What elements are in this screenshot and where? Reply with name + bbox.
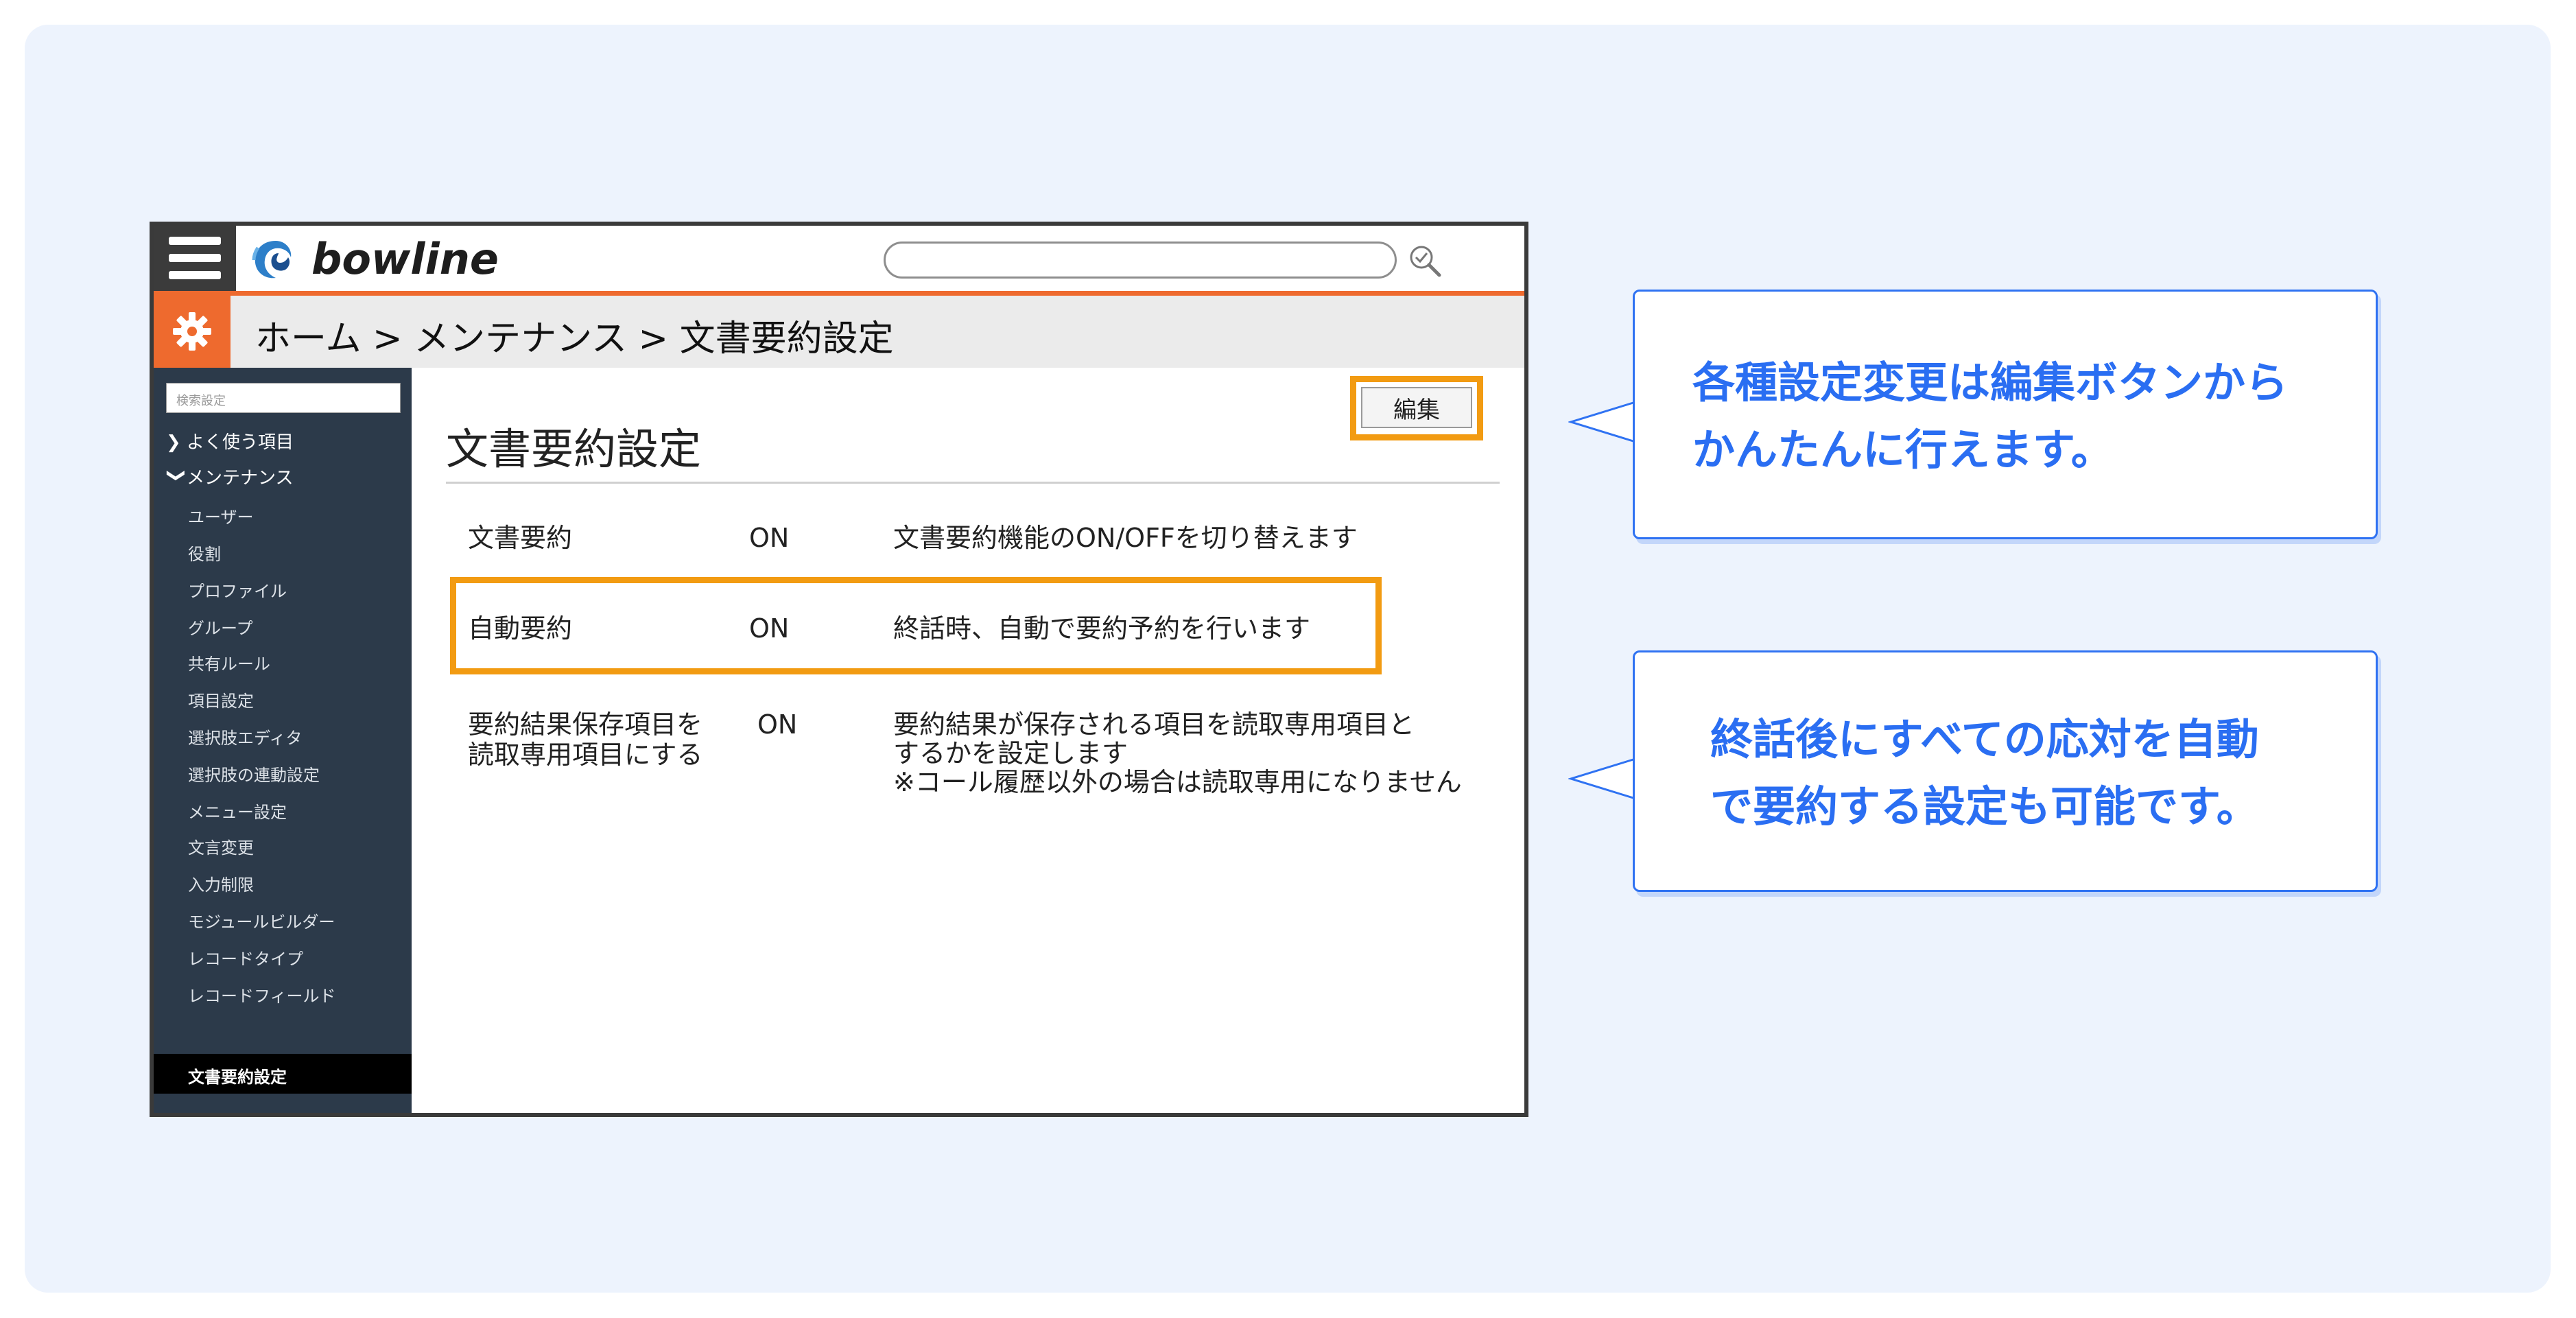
- global-search-input[interactable]: [884, 242, 1397, 279]
- setting-name: 文書要約: [468, 523, 573, 553]
- edit-button-highlight: [1350, 376, 1483, 440]
- app-logo-text: bowline: [311, 234, 499, 284]
- callout-line: 終話後にすべての応対を自動: [1710, 714, 2259, 764]
- chevron-down-icon: ❯: [166, 468, 187, 483]
- chevron-right-icon: ❯: [166, 432, 181, 453]
- setting-description-line-3: ※コール履歴以外の場合は読取専用になりません: [893, 767, 1462, 797]
- setting-name: 自動要約: [468, 613, 573, 644]
- settings-badge[interactable]: [154, 296, 231, 368]
- sidebar-group-label: よく使う項目: [187, 432, 294, 453]
- sidebar-item-groups[interactable]: グループ: [188, 615, 253, 639]
- callout-auto-summary: 終話後にすべての応対を自動 で要約する設定も可能です。: [1633, 650, 2378, 892]
- sidebar-item-summary-settings[interactable]: 文書要約設定: [154, 1054, 412, 1094]
- sidebar-item-dependent-picklists[interactable]: 選択肢の連動設定: [188, 762, 320, 786]
- callout-line: 各種設定変更は編集ボタンから: [1692, 357, 2289, 408]
- sidebar-group-favorites[interactable]: ❯ よく使う項目: [166, 428, 294, 454]
- sidebar-item-roles[interactable]: 役割: [188, 541, 221, 565]
- bowline-logo-icon: [252, 241, 292, 279]
- sidebar-item-users[interactable]: ユーザー: [188, 504, 254, 528]
- callout-pointer: [1568, 757, 1636, 800]
- setting-description: 終話時、自動で要約予約を行います: [893, 613, 1311, 644]
- setting-value: ON: [749, 523, 790, 553]
- sidebar-search-input[interactable]: 検索設定: [166, 383, 401, 413]
- sidebar: 検索設定 ❯ よく使う項目 ❯メンテナンス ユーザー 役割 プロファイル グループ…: [154, 368, 412, 1113]
- hamburger-menu-icon[interactable]: [154, 226, 236, 291]
- setting-description-line-2: するかを設定します: [893, 738, 1129, 768]
- title-divider: [446, 482, 1500, 484]
- breadcrumb-bar: ホーム > メンテナンス > 文書要約設定: [154, 296, 1524, 368]
- main-content: 文書要約設定 編集 文書要約 ON 文書要約機能のON/OFFを切り替えます 自…: [412, 368, 1524, 1113]
- sidebar-item-picklist-editor[interactable]: 選択肢エディタ: [188, 725, 302, 749]
- app-screenshot: bowline ホーム > メンテナンス > 文書要約設定 検索設定 ❯ よく使…: [150, 222, 1528, 1117]
- page-title: 文書要約設定: [446, 424, 702, 474]
- callout-line: で要約する設定も可能です。: [1710, 781, 2259, 832]
- setting-name-line-1: 要約結果保存項目を: [468, 709, 703, 740]
- sidebar-item-record-types[interactable]: レコードタイプ: [188, 945, 303, 969]
- sidebar-item-field-settings[interactable]: 項目設定: [188, 687, 254, 711]
- sidebar-item-label-change[interactable]: 文言変更: [188, 834, 254, 858]
- setting-value: ON: [757, 709, 798, 740]
- sidebar-item-profiles[interactable]: プロファイル: [188, 578, 287, 602]
- setting-description: 文書要約機能のON/OFFを切り替えます: [893, 523, 1358, 553]
- sidebar-item-label: 文書要約設定: [188, 1068, 287, 1087]
- callout-pointer: [1568, 401, 1636, 443]
- sidebar-item-menu-settings[interactable]: メニュー設定: [188, 799, 287, 823]
- sidebar-group-label: メンテナンス: [187, 468, 294, 489]
- top-bar: bowline: [154, 226, 1524, 296]
- sidebar-item-module-builder[interactable]: モジュールビルダー: [188, 908, 335, 932]
- gear-icon: [173, 312, 211, 351]
- callout-edit-button: 各種設定変更は編集ボタンから かんたんに行えます。: [1633, 290, 2378, 539]
- setting-description-line-1: 要約結果が保存される項目を読取専用項目と: [893, 709, 1415, 740]
- sidebar-group-maintenance[interactable]: ❯メンテナンス: [166, 464, 293, 489]
- search-icon[interactable]: [1406, 242, 1445, 281]
- setting-name-line-2: 読取専用項目にする: [468, 740, 703, 770]
- callout-line: かんたんに行えます。: [1692, 425, 2114, 475]
- sidebar-item-record-fields[interactable]: レコードフィールド: [188, 982, 336, 1007]
- sidebar-item-sharing-rules[interactable]: 共有ルール: [188, 650, 270, 674]
- setting-value: ON: [749, 613, 790, 644]
- breadcrumb: ホーム > メンテナンス > 文書要約設定: [255, 318, 894, 360]
- sidebar-item-input-restrictions[interactable]: 入力制限: [188, 871, 254, 895]
